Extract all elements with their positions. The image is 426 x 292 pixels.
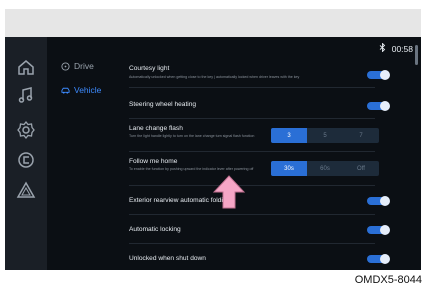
follow-me-home-selector: 30s 60s Off <box>271 161 379 176</box>
setting-row-exterior-rearview: Exterior rearview automatic folding <box>129 186 390 215</box>
row-title: Lane change flash <box>129 125 183 132</box>
up-arrow-icon <box>212 175 246 209</box>
option-30s[interactable]: 30s <box>271 161 307 176</box>
row-title: Steering wheel heating <box>129 101 197 108</box>
option-60s[interactable]: 60s <box>307 161 343 176</box>
warning-triangle-icon[interactable] <box>16 180 36 200</box>
setting-row-unlocked-when-shut-down: Unlocked when shut down <box>129 244 390 270</box>
row-description: Automatically unlocked when getting clos… <box>129 75 300 79</box>
steering-wheel-icon <box>61 61 70 71</box>
clock: 00:58 <box>391 43 413 54</box>
setting-row-lane-change-flash: Lane change flash Turn the light handle … <box>129 119 379 152</box>
setting-row-steering-wheel-heating: Steering wheel heating <box>129 88 390 119</box>
subnav-label: Drive <box>74 61 94 71</box>
option-off[interactable]: Off <box>343 161 379 176</box>
music-icon[interactable] <box>16 85 36 105</box>
row-title: Courtesy light <box>129 65 170 72</box>
status-bar: 00:58 <box>379 42 413 54</box>
lane-change-flash-selector: 3 5 7 <box>271 128 379 143</box>
row-title: Unlocked when shut down <box>129 255 206 262</box>
settings-icon[interactable] <box>16 120 36 140</box>
top-bar <box>5 9 421 37</box>
row-title: Automatic locking <box>129 226 181 233</box>
exterior-rearview-toggle[interactable] <box>367 196 390 206</box>
option-5[interactable]: 5 <box>307 128 343 143</box>
setting-row-follow-me-home: Follow me home To enable the function by… <box>129 152 379 186</box>
bluetooth-icon <box>379 42 386 54</box>
figure-caption: OMDX5-8044 <box>354 274 422 286</box>
subnav-item-vehicle[interactable]: Vehicle <box>61 85 101 95</box>
left-rail <box>5 37 47 270</box>
option-7[interactable]: 7 <box>343 128 379 143</box>
courtesy-light-toggle[interactable] <box>367 70 390 80</box>
home-icon[interactable] <box>16 57 36 77</box>
row-title: Follow me home <box>129 158 178 165</box>
subnav-label: Vehicle <box>74 85 102 95</box>
automatic-locking-toggle[interactable] <box>367 225 390 235</box>
connected-car-icon[interactable] <box>16 150 36 170</box>
row-description: To enable the function by pushing upward… <box>129 167 254 171</box>
steering-wheel-heating-toggle[interactable] <box>367 101 390 111</box>
scrollbar[interactable] <box>415 45 418 65</box>
infotainment-screen: Drive Vehicle 00:58 Courtesy light Autom… <box>5 37 421 270</box>
subnav-item-drive[interactable]: Drive <box>61 61 94 71</box>
car-icon <box>61 86 70 95</box>
row-description: Turn the light handle lightly to turn on… <box>129 134 255 138</box>
setting-row-automatic-locking: Automatic locking <box>129 215 390 244</box>
option-3[interactable]: 3 <box>271 128 307 143</box>
unlocked-when-shut-down-toggle[interactable] <box>367 254 390 264</box>
setting-row-courtesy-light: Courtesy light Automatically unlocked wh… <box>129 55 390 88</box>
